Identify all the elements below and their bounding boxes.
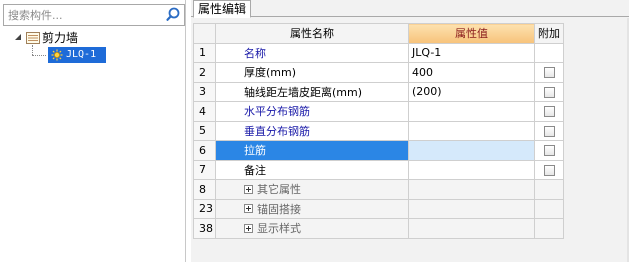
property-name: 轴线距左墙皮距离(mm) — [215, 81, 409, 102]
row-index: 2 — [193, 62, 216, 83]
group-row-anchorage[interactable]: 23 锚固搭接 — [193, 198, 564, 219]
table-row[interactable]: 4 水平分布钢筋 — [193, 101, 564, 122]
plus-expand-icon[interactable] — [244, 223, 253, 233]
extra-checkbox[interactable] — [543, 125, 555, 137]
table-row[interactable]: 7 备注 — [193, 159, 564, 180]
property-name-label: 备注 — [244, 163, 266, 177]
grid-header-row: 属性名称 属性值 附加 — [193, 23, 564, 44]
table-row[interactable]: 2 厚度(mm) 400 — [193, 62, 564, 83]
property-name: 备注 — [215, 159, 409, 180]
component-icon — [51, 49, 63, 61]
property-name-label: 水平分布钢筋 — [244, 105, 310, 119]
extra-cell — [534, 120, 564, 141]
row-index: 4 — [193, 101, 216, 122]
group-value — [408, 218, 535, 239]
property-name: 拉筋 — [215, 140, 409, 161]
property-value[interactable] — [408, 140, 535, 161]
plus-expand-icon[interactable] — [244, 204, 253, 214]
component-tree: 剪力墙 JLQ-1 — [4, 30, 184, 63]
search-input[interactable] — [4, 5, 162, 25]
component-tree-panel: 剪力墙 JLQ-1 — [0, 0, 186, 262]
search-button[interactable] — [163, 6, 183, 24]
row-index: 7 — [193, 159, 216, 180]
row-index: 38 — [193, 218, 216, 239]
search-box — [3, 4, 185, 26]
row-index: 1 — [193, 42, 216, 63]
header-property-name[interactable]: 属性名称 — [215, 23, 409, 44]
property-value[interactable] — [408, 120, 535, 141]
group-row-other-properties[interactable]: 8 其它属性 — [193, 179, 564, 200]
tab-strip: 属性编辑 — [191, 0, 629, 18]
table-row[interactable]: 3 轴线距左墙皮距离(mm) (200) — [193, 81, 564, 102]
group-extra — [534, 218, 564, 239]
property-name-label: 拉筋 — [244, 144, 266, 158]
extra-checkbox[interactable] — [543, 106, 555, 118]
extra-cell — [534, 81, 564, 102]
group-extra — [534, 198, 564, 219]
extra-cell — [534, 159, 564, 180]
row-index: 23 — [193, 198, 216, 219]
group-label: 显示样式 — [257, 222, 301, 236]
row-index: 6 — [193, 140, 216, 161]
extra-checkbox[interactable] — [543, 164, 555, 176]
group-extra — [534, 179, 564, 200]
row-index: 5 — [193, 120, 216, 141]
tree-item-jlq-1[interactable]: JLQ-1 — [4, 45, 184, 63]
property-name: 垂直分布钢筋 — [215, 120, 409, 141]
group-label: 锚固搭接 — [257, 202, 301, 216]
row-index: 8 — [193, 179, 216, 200]
extra-cell — [534, 62, 564, 83]
group-name: 显示样式 — [215, 218, 409, 239]
header-property-value[interactable]: 属性值 — [408, 23, 535, 44]
folder-icon — [26, 32, 40, 44]
property-name-label: 名称 — [244, 46, 266, 60]
property-value[interactable] — [408, 101, 535, 122]
property-value[interactable]: JLQ-1 — [408, 42, 535, 63]
table-row[interactable]: 5 垂直分布钢筋 — [193, 120, 564, 141]
property-grid: 属性名称 属性值 附加 1 名称 JLQ-1 2 厚度(mm) 400 3 轴线… — [193, 23, 564, 239]
property-name: 厚度(mm) — [215, 62, 409, 83]
header-index — [193, 23, 216, 44]
property-name: 水平分布钢筋 — [215, 101, 409, 122]
table-row-selected[interactable]: 6 拉筋 — [193, 140, 564, 161]
extra-cell — [534, 140, 564, 161]
group-label: 其它属性 — [257, 183, 301, 197]
extra-checkbox[interactable] — [543, 67, 555, 79]
plus-expand-icon[interactable] — [244, 184, 253, 194]
property-value[interactable]: 400 — [408, 62, 535, 83]
tree-label-root: 剪力墙 — [42, 31, 79, 45]
group-name: 其它属性 — [215, 179, 409, 200]
property-editor-panel: 属性编辑 属性名称 属性值 附加 1 名称 JLQ-1 2 厚度(mm) 400… — [191, 0, 629, 262]
property-name-label: 厚度(mm) — [244, 66, 297, 80]
collapse-arrow-icon[interactable] — [14, 33, 23, 42]
extra-cell — [534, 42, 564, 63]
row-index: 3 — [193, 81, 216, 102]
table-row[interactable]: 1 名称 JLQ-1 — [193, 42, 564, 63]
property-name: 名称 — [215, 42, 409, 63]
property-name-label: 垂直分布钢筋 — [244, 124, 310, 138]
tab-property-edit[interactable]: 属性编辑 — [193, 0, 252, 18]
property-value[interactable]: (200) — [408, 81, 535, 102]
group-value — [408, 198, 535, 219]
group-value — [408, 179, 535, 200]
group-row-display-style[interactable]: 38 显示样式 — [193, 218, 564, 239]
extra-cell — [534, 101, 564, 122]
property-name-label: 轴线距左墙皮距离(mm) — [244, 85, 363, 99]
tree-item-root[interactable]: 剪力墙 — [4, 30, 184, 46]
group-name: 锚固搭接 — [215, 198, 409, 219]
property-value[interactable] — [408, 159, 535, 180]
extra-checkbox[interactable] — [543, 86, 555, 98]
header-extra[interactable]: 附加 — [534, 23, 564, 44]
tree-label-jlq-1: JLQ-1 — [66, 49, 97, 60]
search-icon — [166, 7, 180, 21]
extra-checkbox[interactable] — [543, 145, 555, 157]
